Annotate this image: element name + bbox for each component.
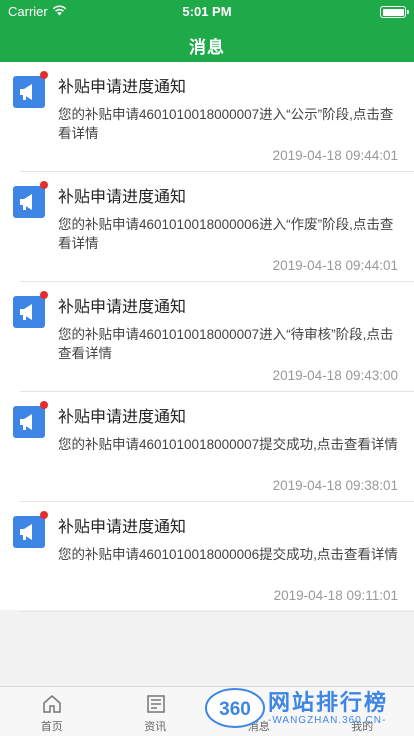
tab-home[interactable]: 首页	[0, 687, 104, 736]
message-title: 补贴申请进度通知	[58, 519, 187, 536]
message-body: 您的补贴申请4601010018000007进入“待审核”阶段,点击查看详情	[58, 327, 394, 361]
message-title: 补贴申请进度通知	[58, 409, 187, 426]
news-icon	[146, 695, 165, 713]
message-time: 2019-04-18 09:44:01	[272, 258, 398, 273]
unread-dot	[40, 181, 48, 189]
list-item[interactable]: 补贴申请进度通知 您的补贴申请4601010018000007提交成功,点击查看…	[0, 392, 414, 502]
message-time: 2019-04-18 09:11:01	[273, 588, 398, 603]
message-list: 补贴申请进度通知 您的补贴申请4601010018000007进入“公示”阶段,…	[0, 62, 414, 612]
top-bar: Carrier 5:01 PM 消息	[0, 0, 414, 62]
unread-dot	[40, 71, 48, 79]
message-time: 2019-04-18 09:44:01	[272, 148, 398, 163]
watermark-badge: 360	[219, 699, 251, 720]
megaphone-icon	[13, 186, 45, 218]
watermark-badge-icon: 360	[205, 688, 265, 728]
battery-icon	[380, 6, 409, 18]
message-title: 补贴申请进度通知	[58, 79, 187, 96]
unread-dot	[40, 401, 48, 409]
list-item[interactable]: 补贴申请进度通知 您的补贴申请4601010018000007进入“公示”阶段,…	[0, 62, 414, 172]
message-title: 补贴申请进度通知	[58, 299, 187, 316]
watermark-text: 网站排行榜	[268, 690, 389, 715]
megaphone-icon	[13, 516, 45, 548]
list-item[interactable]: 补贴申请进度通知 您的补贴申请4601010018000006提交成功,点击查看…	[0, 502, 414, 612]
watermark-subtext: -WANGZHAN.360.CN-	[268, 715, 387, 726]
message-body: 您的补贴申请4601010018000006进入“作废”阶段,点击查看详情	[58, 217, 394, 251]
tab-news[interactable]: 资讯	[104, 687, 208, 736]
message-body: 您的补贴申请4601010018000007进入“公示”阶段,点击查看详情	[58, 107, 394, 141]
megaphone-icon	[13, 296, 45, 328]
clock: 5:01 PM	[182, 4, 232, 19]
list-item[interactable]: 补贴申请进度通知 您的补贴申请4601010018000006进入“作废”阶段,…	[0, 172, 414, 282]
megaphone-icon	[13, 76, 45, 108]
message-body: 您的补贴申请4601010018000006提交成功,点击查看详情	[58, 547, 398, 562]
megaphone-icon	[13, 406, 45, 438]
divider	[20, 611, 414, 612]
unread-dot	[40, 291, 48, 299]
message-body: 您的补贴申请4601010018000007提交成功,点击查看详情	[58, 437, 398, 452]
message-time: 2019-04-18 09:38:01	[272, 478, 398, 493]
page-title: 消息	[189, 38, 225, 57]
list-item[interactable]: 补贴申请进度通知 您的补贴申请4601010018000007进入“待审核”阶段…	[0, 282, 414, 392]
status-bar: Carrier 5:01 PM	[0, 0, 414, 22]
message-time: 2019-04-18 09:43:00	[272, 368, 398, 383]
home-icon	[43, 695, 61, 713]
tab-label: 资讯	[144, 721, 167, 733]
tab-label: 首页	[40, 721, 63, 733]
message-title: 补贴申请进度通知	[58, 189, 187, 206]
unread-dot	[40, 511, 48, 519]
watermark-logo: 360 网站排行榜 -WANGZHAN.360.CN-	[204, 683, 410, 733]
